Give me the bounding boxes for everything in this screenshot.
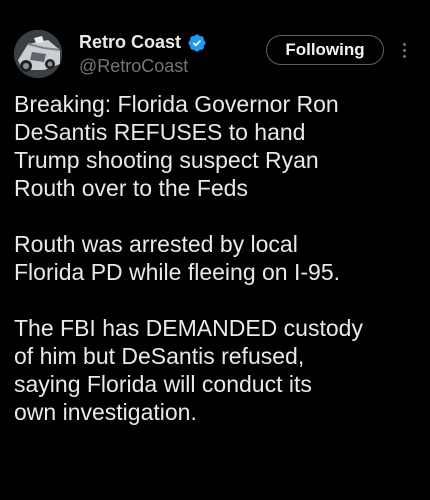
tweet-text: Breaking: Florida Governor Ron DeSantis …	[14, 90, 422, 426]
verified-badge-icon	[187, 33, 207, 53]
avatar[interactable]	[14, 30, 62, 78]
more-dot	[402, 48, 406, 52]
tweet-paragraph: Routh was arrested by local Florida PD w…	[14, 231, 340, 285]
display-name[interactable]: Retro Coast	[79, 32, 181, 53]
tweet-paragraph: The FBI has DEMANDED custody of him but …	[14, 315, 363, 425]
more-options-icon[interactable]	[398, 38, 410, 62]
more-dot	[402, 54, 406, 58]
author-name-row[interactable]: Retro Coast	[79, 32, 207, 53]
car-avatar-icon	[14, 30, 62, 78]
following-button[interactable]: Following	[266, 35, 384, 65]
tweet-card: Retro Coast @RetroCoast Following Breaki…	[0, 0, 430, 500]
more-dot	[402, 42, 406, 46]
author-handle[interactable]: @RetroCoast	[79, 56, 188, 77]
tweet-paragraph: Breaking: Florida Governor Ron DeSantis …	[14, 91, 339, 201]
